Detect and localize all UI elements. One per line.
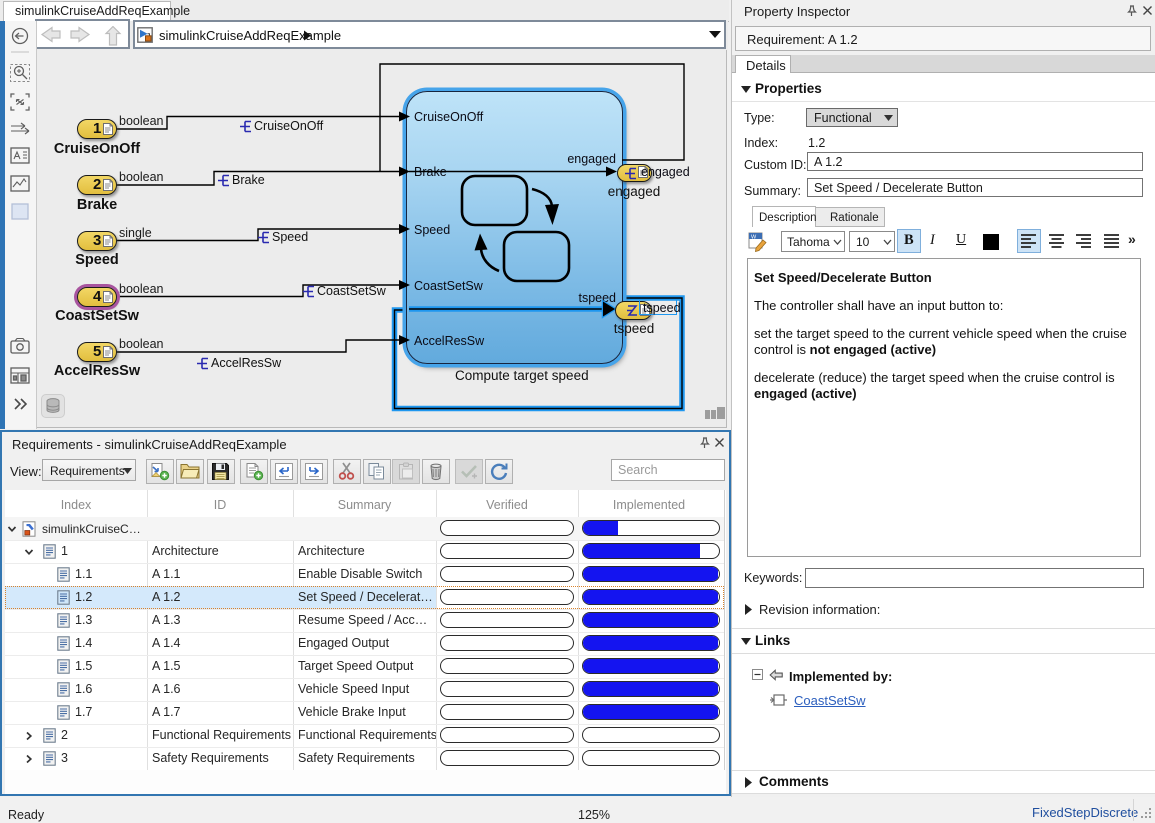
svg-text:W: W bbox=[751, 235, 757, 241]
